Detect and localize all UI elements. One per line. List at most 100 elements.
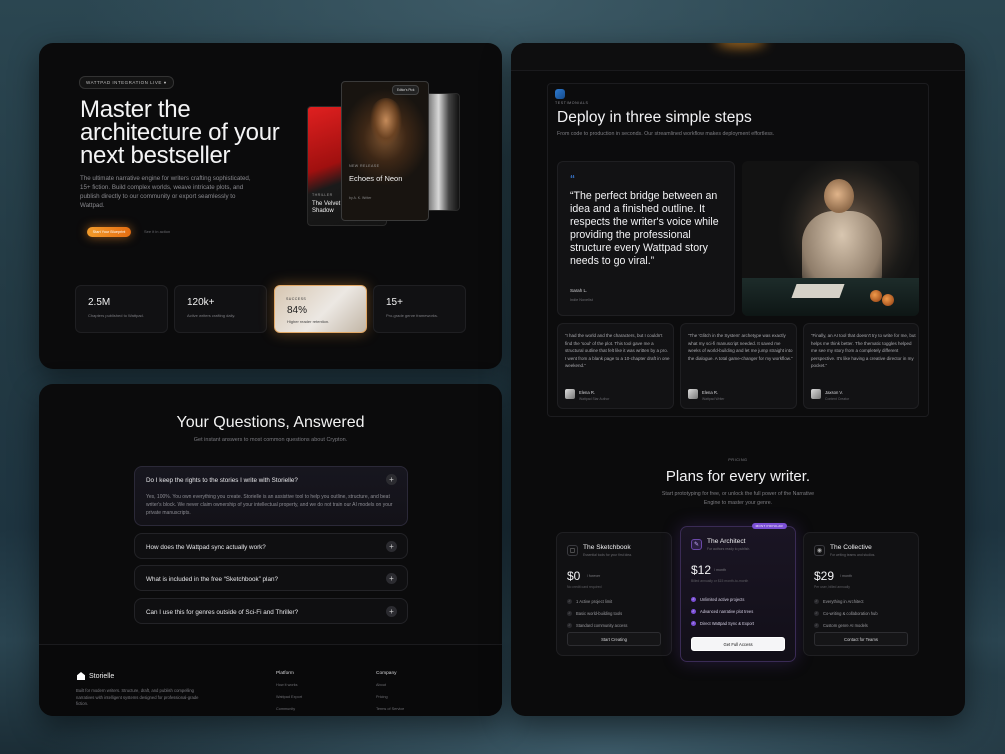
plan-description: Essential tools for your first idea.	[583, 553, 632, 557]
footer-link[interactable]: Terms of Service	[376, 707, 404, 711]
footer-link[interactable]: How it works	[276, 683, 302, 687]
plan-description: For authors ready to publish.	[707, 547, 751, 551]
book-author: by A. K. Writer	[349, 196, 372, 200]
plan-note: Per user, billed annually	[814, 585, 851, 589]
faq-subtitle: Get instant answers to most common quest…	[193, 437, 348, 443]
check-icon: ✓	[814, 599, 819, 604]
plan-note: No credit card required	[567, 585, 602, 589]
get-full-access-button[interactable]: Get Full Access	[691, 637, 785, 651]
footer-brand: Storielle	[89, 672, 115, 680]
hero-title: Master the architecture of your next bes…	[80, 96, 280, 169]
check-icon: ✓	[567, 599, 572, 604]
plan-price: $0	[567, 569, 581, 583]
quote-author: Sarah L.	[570, 288, 588, 293]
plan-feature-label: Direct Wattpad Sync & Export	[700, 621, 754, 626]
plan-card-architect: MOST POPULAR ✎ The Architect For authors…	[680, 523, 796, 662]
plan-name: The Sketchbook	[583, 544, 631, 551]
start-creating-button[interactable]: Start Creating	[567, 632, 661, 646]
book-cover-statue[interactable]	[424, 93, 460, 211]
book-release-tag: NEW RELEASE	[349, 164, 380, 168]
testimonial-card: “Finally, an AI tool that doesn't try to…	[803, 323, 919, 409]
plan-period: / month	[840, 574, 852, 578]
deploy-subtitle: From code to production in seconds. Our …	[557, 131, 775, 137]
book-cover-echoes-of-neon[interactable]: NEW RELEASE Echoes of Neon by A. K. Writ…	[341, 81, 429, 221]
footer-column-company: Company About Pricing Terms of Service	[376, 671, 404, 716]
testimonial-text: “The 'Glitch in the System' archetype wa…	[688, 333, 793, 361]
plan-price: $29	[814, 569, 835, 583]
footer-link[interactable]: Wattpad Export	[276, 695, 302, 699]
check-icon: ✓	[814, 623, 819, 628]
stat-value: 120k+	[187, 297, 215, 308]
check-icon: ✓	[567, 611, 572, 616]
pen-icon: ✎	[691, 539, 702, 550]
top-bar	[511, 43, 965, 71]
plan-feature: ✓ Co-writing & collaboration hub	[814, 611, 878, 616]
testimonial-role: Wattpad Star Author	[579, 397, 610, 401]
plan-description: For writing teams and studios.	[830, 553, 876, 557]
stat-label: Chapters published to Wattpad.	[88, 313, 144, 318]
pricing-subtitle: Start prototyping for free, or unlock th…	[661, 491, 815, 506]
faq-panel: Your Questions, Answered Get instant ans…	[39, 384, 502, 716]
faq-item-genres[interactable]: Can I use this for genres outside of Sci…	[134, 598, 408, 624]
book-genre-tag: THRILLER	[312, 193, 333, 197]
testimonial-role: Wattpad Writer	[702, 397, 725, 401]
footer-description: Built for modern writers. Structure, dra…	[76, 688, 199, 706]
plan-feature: ✓ Unlimited active projects	[691, 597, 744, 602]
plus-icon[interactable]: +	[386, 541, 397, 552]
start-blueprint-button[interactable]: Start Your Blueprint	[87, 227, 131, 237]
see-in-action-link[interactable]: See it in action	[144, 229, 170, 234]
stat-card-retention: SUCCESS 84% Higher reader retention.	[274, 285, 367, 333]
plus-icon[interactable]: +	[386, 573, 397, 584]
app-logo-icon	[555, 89, 565, 99]
footer-column-platform: Platform How it works Wattpad Export Com…	[276, 671, 302, 716]
plan-feature-label: Custom genre AI models	[823, 623, 868, 628]
faq-item-wattpad-sync[interactable]: How does the Wattpad sync actually work?…	[134, 533, 408, 559]
footer-link[interactable]: Community	[276, 707, 302, 711]
plan-card-sketchbook: ▢ The Sketchbook Essential tools for you…	[556, 532, 672, 656]
faq-question: Can I use this for genres outside of Sci…	[146, 609, 299, 616]
plan-feature: ✓ Advanced narrative plot trees	[691, 609, 753, 614]
stat-value: 84%	[287, 305, 308, 316]
contact-for-teams-button[interactable]: Contact for Teams	[814, 632, 908, 646]
plan-name: The Collective	[830, 544, 872, 551]
testimonial-name: Jaxson V.	[825, 390, 844, 395]
plan-feature: ✓ 1 Active project limit	[567, 599, 612, 604]
stat-kicker: SUCCESS	[286, 297, 307, 301]
testimonial-text: “Finally, an AI tool that doesn't try to…	[811, 333, 916, 368]
stat-card-frameworks: 15+ Pro-grade genre frameworks.	[373, 285, 466, 333]
photo-fruit	[870, 290, 882, 302]
stat-label: Active writers crafting daily.	[187, 313, 236, 318]
editors-pick-chip: Editor's Pick	[392, 85, 420, 95]
testimonial-card: “I had the world and the characters, but…	[557, 323, 674, 409]
check-icon: ✓	[814, 611, 819, 616]
plan-note: Billed annually or $15 month-to-month	[691, 579, 749, 583]
avatar	[811, 389, 821, 399]
sketchbook-icon: ▢	[567, 545, 578, 556]
faq-item-sketchbook[interactable]: What is included in the free “Sketchbook…	[134, 565, 408, 591]
faq-item-rights[interactable]: Do I keep the rights to the stories I wr…	[134, 466, 408, 526]
plan-feature-label: Unlimited active projects	[700, 597, 745, 602]
hero-description: The ultimate narrative engine for writer…	[80, 175, 251, 209]
plan-period: / forever	[587, 574, 601, 578]
plus-icon[interactable]: +	[386, 474, 397, 485]
cover-figure	[366, 98, 406, 162]
avatar	[565, 389, 575, 399]
plan-price: $12	[691, 563, 712, 577]
plan-feature: ✓ Basic world-building tools	[567, 611, 622, 616]
footer-link[interactable]: Pricing	[376, 695, 404, 699]
site-footer: Storielle Built for modern writers. Stru…	[39, 644, 502, 716]
faq-question: What is included in the free “Sketchbook…	[146, 576, 278, 583]
quote-role: Indie Novelist	[570, 298, 593, 302]
footer-link[interactable]: About	[376, 683, 404, 687]
plan-feature: ✓ Standard community access	[567, 623, 627, 628]
plan-name: The Architect	[707, 538, 746, 545]
plus-icon[interactable]: +	[386, 606, 397, 617]
testimonial-name: Elena R.	[579, 390, 596, 395]
plan-feature: ✓ Custom genre AI models	[814, 623, 868, 628]
deploy-title: Deploy in three simple steps	[557, 109, 752, 126]
footer-logo[interactable]: Storielle	[77, 672, 114, 680]
faq-question: Do I keep the rights to the stories I wr…	[146, 477, 298, 484]
plan-feature-label: Advanced narrative plot trees	[700, 609, 754, 614]
testimonial-role: Content Creator	[825, 397, 850, 401]
photo-paper	[791, 284, 845, 298]
